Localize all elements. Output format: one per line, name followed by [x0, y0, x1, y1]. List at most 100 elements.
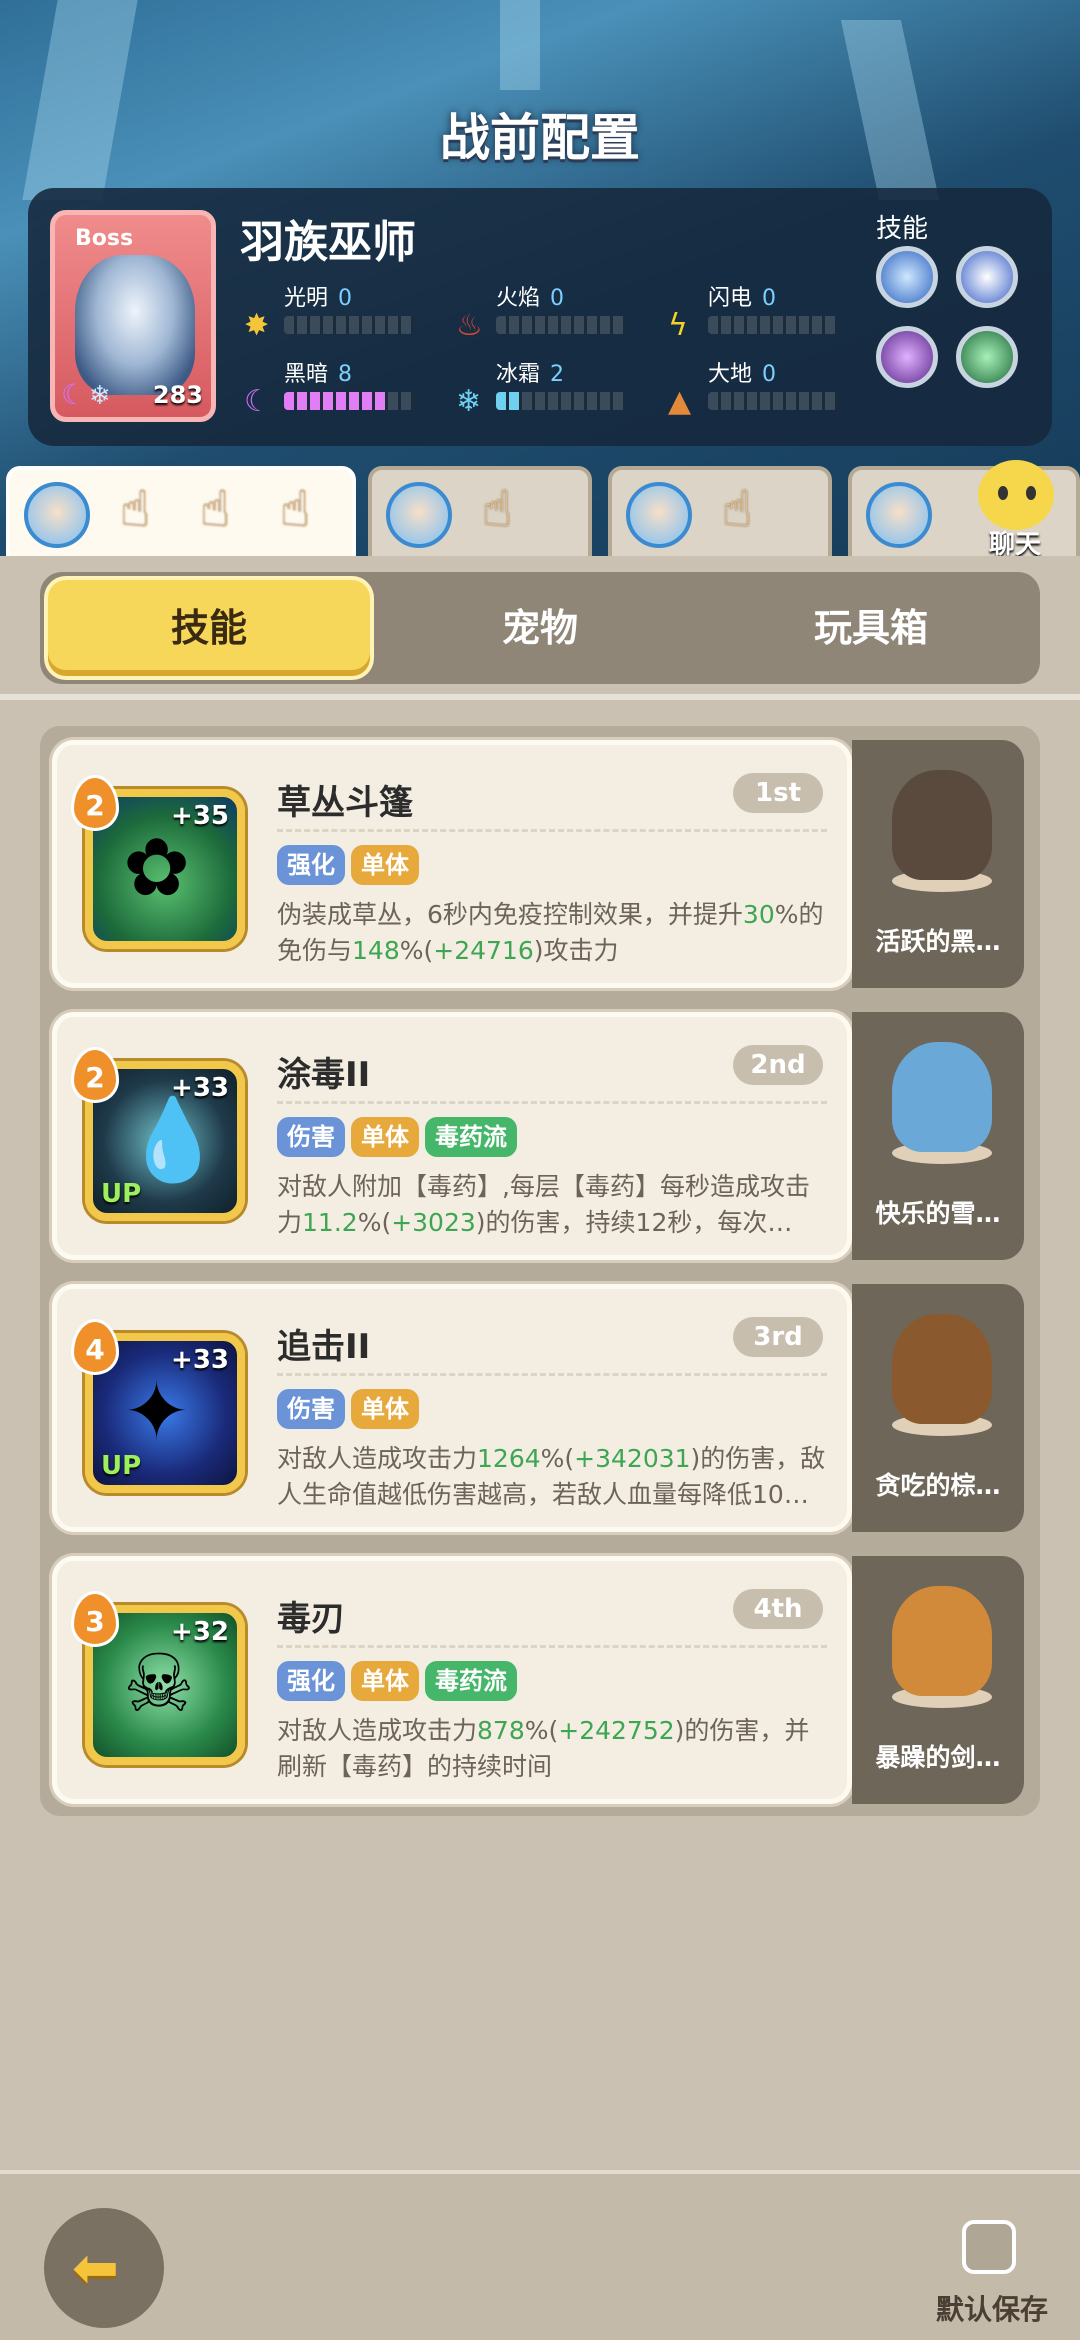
snowflake-icon: ❄ — [456, 384, 482, 419]
pet-slot[interactable]: 暴躁的剑… — [852, 1556, 1024, 1804]
skill-tag: 伤害 — [277, 1389, 345, 1429]
skill-level-badge: 2 — [71, 1047, 119, 1103]
tab-toybox[interactable]: 玩具箱 — [710, 572, 1032, 684]
boss-skill-icon[interactable] — [956, 246, 1018, 308]
skill-name: 草丛斗篷 — [277, 783, 413, 823]
skill-desc-part: 1264 — [477, 1444, 541, 1473]
skill-desc-part: 878 — [477, 1716, 525, 1745]
pet-slot[interactable]: 快乐的雪… — [852, 1012, 1024, 1260]
skill-desc-part: +342031 — [574, 1444, 691, 1473]
moon-icon: ☾ — [244, 384, 271, 419]
skill-up-badge: UP — [101, 1179, 142, 1209]
element-value: 0 — [550, 286, 565, 311]
skill-bonus: +32 — [171, 1617, 229, 1647]
skill-desc-part: %( — [540, 1444, 575, 1473]
skill-rank-badge: 2nd — [733, 1045, 823, 1085]
element-bar-fill — [284, 392, 388, 410]
dashed-divider — [277, 829, 827, 832]
skill-desc-part: %( — [357, 1208, 392, 1237]
element-name: 大地 — [708, 362, 753, 387]
element-bar — [708, 316, 838, 334]
skill-desc-part: +3023 — [391, 1208, 476, 1237]
skill-desc-part: 148 — [352, 936, 400, 965]
boss-level: 283 — [152, 381, 203, 409]
skill-desc-part: )的伤害，持续12秒，每次… — [475, 1208, 793, 1237]
pet-figure — [892, 1586, 992, 1696]
skill-desc-part: 对敌人造成攻击力 — [277, 1716, 478, 1745]
skill-name: 追击II — [277, 1327, 371, 1367]
skill-card[interactable]: ✦ +33 UP 4 追击II 3rd 伤害 单体 对敌人造成攻击力1264%(+… — [52, 1284, 852, 1532]
frost-element-icon: ❄ — [89, 381, 111, 411]
skill-rank-badge: 3rd — [733, 1317, 823, 1357]
element-value: 0 — [338, 286, 353, 311]
pet-slot[interactable]: 贪吃的棕… — [852, 1284, 1024, 1532]
element-value: 2 — [550, 362, 565, 387]
pet-name: 快乐的雪… — [875, 1199, 1001, 1228]
skill-bonus: +35 — [171, 801, 229, 831]
skill-card[interactable]: ✿ +35 2 草丛斗篷 1st 强化 单体 伪装成草丛，6秒内免疫控制效果，并提… — [52, 740, 852, 988]
skill-desc-part: 对敌人造成攻击力 — [277, 1444, 478, 1473]
skill-tag: 毒药流 — [425, 1117, 517, 1157]
skill-card[interactable]: 💧 +33 UP 2 涂毒II 2nd 伤害 单体 毒药流 对敌人附加【毒药】,每层… — [52, 1012, 852, 1260]
skill-desc-part: %( — [399, 936, 434, 965]
element-value: 0 — [762, 362, 777, 387]
pet-figure — [892, 1314, 992, 1424]
boss-skill-icon[interactable] — [876, 326, 938, 388]
hand-icon: ☝ — [200, 480, 231, 538]
skill-art-icon: ☠ — [123, 1637, 195, 1730]
pet-slot[interactable]: 活跃的黑… — [852, 740, 1024, 988]
dashed-divider — [277, 1645, 827, 1648]
skill-art-icon: ✿ — [123, 821, 191, 914]
boss-skill-icon[interactable] — [876, 246, 938, 308]
boss-tag: Boss — [75, 226, 134, 251]
boss-card[interactable]: Boss ☾ ❄ 283 — [50, 210, 216, 422]
lightning-icon: ϟ — [668, 308, 688, 343]
back-button[interactable]: ⬅ — [44, 2208, 164, 2328]
pet-name: 贪吃的棕… — [875, 1471, 1001, 1500]
skill-bonus: +33 — [171, 1073, 229, 1103]
boss-portrait — [75, 255, 195, 395]
element-name: 光明 — [284, 286, 329, 311]
element-bar — [708, 392, 838, 410]
element-stat-lightning: ϟ 闪电 0 — [664, 280, 864, 350]
pet-name: 活跃的黑… — [875, 927, 1001, 956]
dark-element-icon: ☾ — [61, 378, 87, 411]
skill-tags: 强化 单体 — [277, 845, 425, 885]
skill-desc-part: +24716 — [433, 936, 534, 965]
tab-pet[interactable]: 宠物 — [378, 572, 702, 684]
config-tabs: 技能 宠物 玩具箱 — [40, 572, 1040, 684]
skill-tag: 单体 — [351, 1389, 419, 1429]
dashed-divider — [277, 1373, 827, 1376]
element-name: 火焰 — [496, 286, 541, 311]
skill-description: 对敌人附加【毒药】,每层【毒药】每秒造成攻击力11.2%(+3023)的伤害，持… — [277, 1169, 832, 1241]
default-save-checkbox[interactable] — [962, 2220, 1016, 2274]
element-value: 8 — [338, 362, 353, 387]
skill-desc-part: 伪装成草丛，6秒内免疫控制效果，并提升 — [277, 900, 743, 929]
skill-description: 对敌人造成攻击力878%(+242752)的伤害，并刷新【毒药】的持续时间 — [277, 1713, 832, 1785]
hero-tab-3[interactable]: ☝ — [608, 466, 832, 562]
element-bar — [284, 392, 414, 410]
skill-card[interactable]: ☠ +32 3 毒刃 4th 强化 单体 毒药流 对敌人造成攻击力878%(+242… — [52, 1556, 852, 1804]
hero-tab-2[interactable]: ☝ — [368, 466, 592, 562]
skill-level-badge: 2 — [71, 775, 119, 831]
element-value: 0 — [762, 286, 777, 311]
element-stat-light: ✸ 光明 0 — [240, 280, 440, 350]
skill-desc-part: +242752 — [558, 1716, 675, 1745]
skill-tags: 强化 单体 毒药流 — [277, 1661, 523, 1701]
skill-rank-badge: 4th — [733, 1589, 823, 1629]
skill-level-badge: 4 — [71, 1319, 119, 1375]
tab-skill[interactable]: 技能 — [48, 580, 370, 676]
sun-icon: ✸ — [244, 308, 270, 343]
chat-button[interactable]: 聊天 — [960, 460, 1070, 564]
skill-rank-badge: 1st — [733, 773, 823, 813]
hand-icon: ☝ — [280, 480, 311, 538]
hand-icon: ☝ — [722, 480, 753, 538]
skill-up-badge: UP — [101, 1451, 142, 1481]
element-bar — [496, 392, 626, 410]
skill-desc-part: 30 — [742, 900, 775, 929]
element-bar-fill — [496, 392, 522, 410]
skill-desc-part: %( — [524, 1716, 559, 1745]
hero-tab-1[interactable]: ☝ ☝ ☝ — [6, 466, 356, 562]
boss-skill-icon[interactable] — [956, 326, 1018, 388]
boss-info-panel: Boss ☾ ❄ 283 羽族巫师 ✸ 光明 0 ♨ 火焰 0 ϟ 闪电 0 ☾ 黑暗… — [28, 188, 1052, 446]
